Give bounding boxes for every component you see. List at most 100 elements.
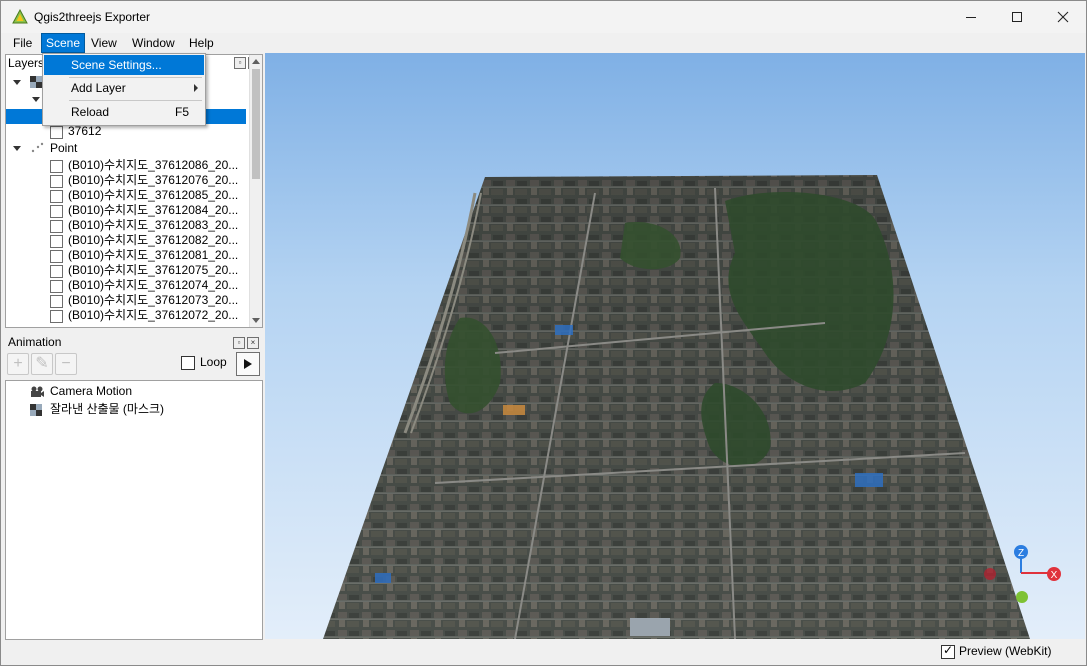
preview-3d-viewer[interactable]: Z X — [265, 53, 1085, 639]
layer-row[interactable]: (B010)수치지도_37612075_20... — [6, 263, 246, 278]
menu-item-label: Scene Settings... — [71, 58, 162, 72]
layer-checkbox[interactable] — [50, 126, 63, 139]
menu-separator — [69, 100, 202, 101]
preview-label: Preview (WebKit) — [959, 644, 1052, 658]
remove-keyframe-button[interactable]: − — [55, 353, 77, 375]
layer-row[interactable]: (B010)수치지도_37612084_20... — [6, 203, 246, 218]
layer-checkbox[interactable] — [50, 280, 63, 293]
y-axis-icon[interactable] — [1016, 591, 1028, 603]
animation-tree: Camera Motion 잘라낸 산출물 (마스크) — [5, 380, 263, 640]
scroll-thumb[interactable] — [252, 69, 260, 179]
close-icon — [1057, 11, 1069, 23]
layers-panel-title: Layers — [8, 56, 45, 70]
layer-checkbox[interactable] — [50, 310, 63, 323]
layer-label: (B010)수치지도_37612083_20... — [68, 218, 239, 232]
menu-item-label: Add Layer — [71, 81, 126, 95]
layer-checkbox[interactable] — [50, 220, 63, 233]
layer-row[interactable]: (B010)수치지도_37612076_20... — [6, 173, 246, 188]
title-bar[interactable]: Qgis2threejs Exporter — [1, 1, 1086, 33]
menu-bar: File Scene View Window Help — [1, 33, 1086, 53]
layer-label: (B010)수치지도_37612081_20... — [68, 248, 239, 262]
negative-x-axis-icon[interactable] — [984, 568, 996, 580]
animation-item[interactable]: Camera Motion — [6, 384, 256, 399]
close-button[interactable] — [1040, 1, 1086, 33]
layer-checkbox[interactable] — [50, 235, 63, 248]
layer-label: 37612 — [68, 124, 102, 138]
layer-label: (B010)수치지도_37612075_20... — [68, 263, 239, 277]
animation-panel-header: Animation ▫ × + ✎ − Loop — [5, 333, 261, 377]
layer-checkbox[interactable] — [50, 175, 63, 188]
layer-checkbox[interactable] — [50, 265, 63, 278]
exporter-window: Qgis2threejs Exporter File Scene View Wi… — [0, 0, 1087, 666]
add-layer-menu-item[interactable]: Add Layer — [44, 78, 204, 98]
animation-item-label: Camera Motion — [50, 384, 133, 398]
play-button[interactable] — [236, 352, 260, 376]
reload-menu-item[interactable]: Reload F5 — [44, 102, 204, 122]
layer-row[interactable]: (B010)수치지도_37612081_20... — [6, 248, 246, 263]
scroll-down-arrow-icon[interactable] — [252, 318, 260, 323]
animation-panel-title: Animation — [8, 335, 62, 349]
layer-row[interactable]: 37612 — [6, 124, 246, 139]
layer-row[interactable]: (B010)수치지도_37612083_20... — [6, 218, 246, 233]
loop-label: Loop — [200, 355, 227, 369]
layer-row[interactable]: (B010)수치지도_37612073_20... — [6, 293, 246, 308]
preview-checkbox[interactable] — [941, 643, 955, 659]
dem-layer-icon — [30, 76, 42, 88]
scene-settings-menu-item[interactable]: Scene Settings... — [44, 55, 204, 75]
menu-help[interactable]: Help — [185, 34, 218, 52]
layer-row[interactable]: (B010)수치지도_37612086_20... — [6, 158, 246, 173]
window-title: Qgis2threejs Exporter — [34, 10, 151, 24]
scroll-up-arrow-icon[interactable] — [252, 59, 260, 64]
layer-row[interactable]: (B010)수치지도_37612085_20... — [6, 188, 246, 203]
layer-checkbox[interactable] — [50, 205, 63, 218]
layer-checkbox[interactable] — [50, 250, 63, 263]
layer-group-row[interactable]: Point — [6, 141, 246, 156]
layer-row[interactable]: (B010)수치지도_37612074_20... — [6, 278, 246, 293]
float-dock-button[interactable]: ▫ — [233, 337, 245, 349]
layer-label: (B010)수치지도_37612082_20... — [68, 233, 239, 247]
menu-item-label: Reload — [71, 105, 110, 119]
close-dock-button[interactable]: × — [247, 337, 259, 349]
status-bar: Preview (WebKit) — [265, 640, 1086, 664]
add-keyframe-button[interactable]: + — [7, 353, 29, 375]
layer-label: (B010)수치지도_37612074_20... — [68, 278, 239, 292]
edit-keyframe-button[interactable]: ✎ — [31, 353, 53, 375]
layer-checkbox[interactable] — [50, 190, 63, 203]
minimize-button[interactable] — [948, 1, 994, 33]
layers-scrollbar[interactable] — [249, 55, 262, 327]
animation-item-label: 잘라낸 산출물 (마스크) — [50, 402, 165, 416]
layer-checkbox[interactable] — [50, 295, 63, 308]
loop-checkbox[interactable] — [181, 356, 195, 370]
raster-layer-icon — [30, 404, 42, 416]
minimize-icon — [966, 17, 976, 18]
play-icon — [244, 359, 252, 369]
animation-item[interactable]: 잘라낸 산출물 (마스크) — [6, 402, 256, 417]
animation-dock-buttons: ▫ × — [233, 337, 259, 349]
menu-scene[interactable]: Scene — [40, 33, 86, 53]
menu-file[interactable]: File — [9, 34, 36, 52]
float-dock-button[interactable]: ▫ — [234, 57, 246, 69]
menu-window[interactable]: Window — [128, 34, 179, 52]
qgis-app-icon — [12, 9, 28, 24]
terrain-render[interactable]: Z X — [265, 53, 1085, 639]
layer-group-label: Point — [50, 141, 78, 155]
maximize-button[interactable] — [994, 1, 1040, 33]
camera-icon — [31, 386, 44, 397]
expand-arrow-icon[interactable] — [32, 97, 40, 102]
z-axis-label: Z — [1018, 548, 1024, 559]
layer-label: (B010)수치지도_37612072_20... — [68, 308, 239, 322]
expand-arrow-icon[interactable] — [13, 146, 21, 151]
layer-checkbox[interactable] — [50, 160, 63, 173]
menu-view[interactable]: View — [87, 34, 121, 52]
x-axis-label: X — [1051, 570, 1058, 581]
layer-label: (B010)수치지도_37612076_20... — [68, 173, 239, 187]
layer-label: (B010)수치지도_37612086_20... — [68, 158, 239, 172]
layer-row[interactable]: (B010)수치지도_37612072_20... — [6, 308, 246, 323]
scene-menu-dropdown: Scene Settings... Add Layer Reload F5 — [42, 53, 206, 126]
layer-label: (B010)수치지도_37612085_20... — [68, 188, 239, 202]
layer-label: (B010)수치지도_37612073_20... — [68, 293, 239, 307]
layer-row[interactable]: (B010)수치지도_37612082_20... — [6, 233, 246, 248]
menu-shortcut: F5 — [174, 105, 189, 119]
point-layer-icon — [31, 142, 44, 153]
expand-arrow-icon[interactable] — [13, 80, 21, 85]
